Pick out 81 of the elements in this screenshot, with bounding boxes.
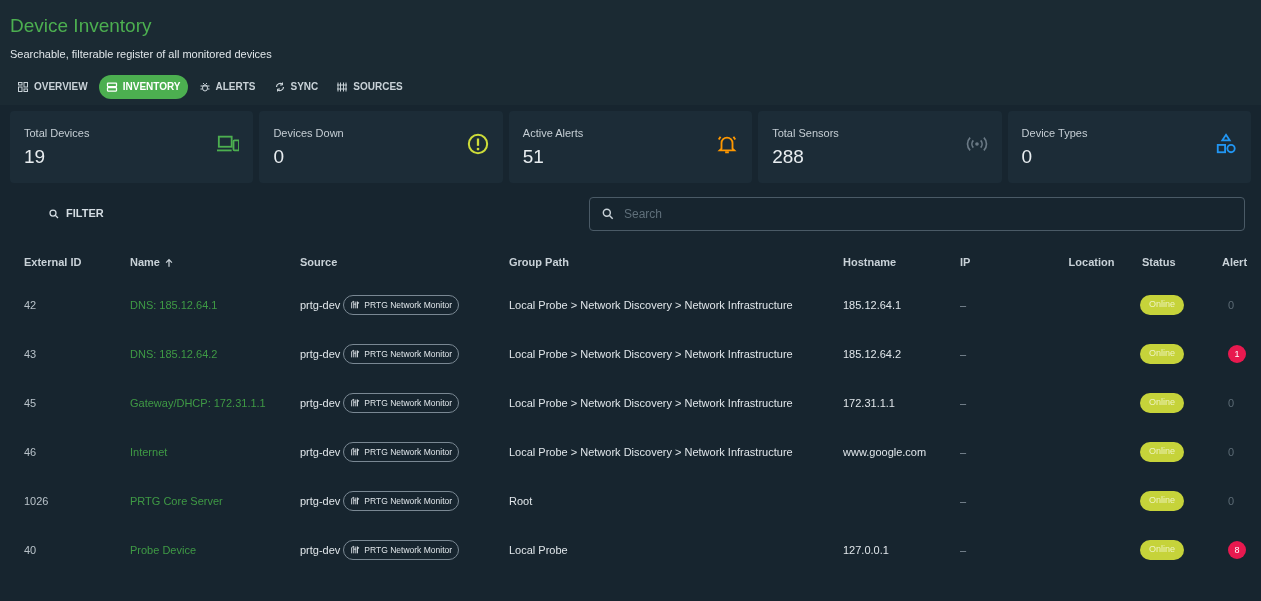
sort-arrow-icon xyxy=(163,257,174,268)
tab[interactable]: SYNC xyxy=(266,74,326,99)
column-header[interactable]: Group Path xyxy=(509,254,569,271)
table-cell: – xyxy=(960,298,967,311)
storage-icon xyxy=(105,80,118,93)
table-cell: – xyxy=(960,396,967,409)
stat-label: Active Alerts xyxy=(522,125,584,141)
device-link[interactable]: PRTG Core Server xyxy=(130,494,223,507)
stat-label: Devices Down xyxy=(273,125,344,141)
table-cell: 42 xyxy=(24,298,37,311)
table-cell: Local Probe > Network Discovery > Network Infrastructure xyxy=(509,445,793,458)
table-cell: 172.31.1.1 xyxy=(843,396,895,409)
table-cell: 45 xyxy=(24,396,37,409)
column-header[interactable]: Source xyxy=(300,254,338,271)
column-header[interactable]: Name xyxy=(130,254,174,271)
table-cell: – xyxy=(960,347,967,360)
column-header[interactable]: External ID xyxy=(24,254,82,271)
stat-value: 0 xyxy=(1021,145,1033,169)
stat-label: Total Devices xyxy=(24,125,90,141)
table-cell-text: prtg-dev xyxy=(300,395,341,411)
table-cell: 40 xyxy=(24,543,37,556)
table-cell-text: prtg-dev xyxy=(300,493,341,509)
tab[interactable]: OVERVIEW xyxy=(10,74,95,99)
stat-value: 288 xyxy=(772,145,804,169)
table-cell: Root xyxy=(509,494,533,507)
table-cell: – xyxy=(960,543,967,556)
alert-count: 0 xyxy=(1228,396,1235,409)
stat-value: 51 xyxy=(522,145,544,169)
sync-icon xyxy=(273,80,286,93)
table-cell: 185.12.64.2 xyxy=(843,347,902,360)
status-badge: Online xyxy=(1140,442,1184,462)
grid-icon xyxy=(17,80,29,93)
table-cell-text: prtg-dev xyxy=(300,297,341,313)
table-cell: 185.12.64.1 xyxy=(843,298,902,311)
table-cell: 127.0.0.1 xyxy=(843,543,889,556)
status-badge: Online xyxy=(1140,491,1184,511)
page-title: Device Inventory xyxy=(10,14,152,38)
table-cell: Local Probe xyxy=(509,543,568,556)
table-cell: Local Probe > Network Discovery > Network Infrastructure xyxy=(509,396,793,409)
stat-value: 19 xyxy=(24,145,46,169)
table-cell-text: prtg-dev xyxy=(300,542,341,558)
device-link[interactable]: Probe Device xyxy=(130,543,197,556)
column-header[interactable]: Alert xyxy=(1222,254,1248,271)
device-link[interactable]: Gateway/DHCP: 172.31.1.1 xyxy=(130,396,266,409)
bug-icon xyxy=(198,80,211,93)
page-subtitle: Searchable, filterable register of all monitored devices xyxy=(10,47,272,62)
alert-count: 0 xyxy=(1228,494,1235,507)
alert-count-badge: 1 xyxy=(1228,345,1246,364)
table-cell: Local Probe > Network Discovery > Network Infrastructure xyxy=(509,298,793,311)
filter-button[interactable]: FILTER xyxy=(38,199,114,228)
table-cell: 1026 xyxy=(24,494,49,507)
search-field[interactable]: Search xyxy=(589,196,1245,231)
device-link[interactable]: Internet xyxy=(130,445,168,458)
table-cell-text: prtg-dev xyxy=(300,346,341,362)
table-cell: www.google.com xyxy=(843,445,927,458)
table-cell: 43 xyxy=(24,347,37,360)
column-header[interactable]: IP xyxy=(960,254,971,271)
table-cell: 46 xyxy=(24,445,37,458)
search-icon xyxy=(601,206,615,221)
alert-count-badge: 8 xyxy=(1228,541,1246,560)
alert-count: 0 xyxy=(1228,445,1235,458)
status-badge: Online xyxy=(1140,295,1184,315)
stat-label: Device Types xyxy=(1021,125,1088,141)
status-badge: Online xyxy=(1140,540,1184,560)
stat-value: 0 xyxy=(273,145,284,169)
device-link[interactable]: DNS: 185.12.64.1 xyxy=(130,298,218,311)
stat-label: Total Sensors xyxy=(772,125,839,141)
table-cell: – xyxy=(960,494,967,507)
status-badge: Online xyxy=(1140,393,1184,413)
column-header[interactable]: Location xyxy=(1068,254,1115,271)
alert-count: 0 xyxy=(1228,298,1235,311)
tab[interactable]: SOURCES xyxy=(329,74,410,99)
column-header[interactable]: Hostname xyxy=(843,254,897,271)
table-cell: – xyxy=(960,445,967,458)
table-cell-text: prtg-dev xyxy=(300,444,341,460)
device-link[interactable]: DNS: 185.12.64.2 xyxy=(130,347,218,360)
status-badge: Online xyxy=(1140,344,1184,364)
search-icon xyxy=(48,207,60,220)
table-cell: Local Probe > Network Discovery > Network Infrastructure xyxy=(509,347,793,360)
column-header[interactable]: Status xyxy=(1142,254,1176,271)
tab[interactable]: ALERTS xyxy=(191,74,263,99)
